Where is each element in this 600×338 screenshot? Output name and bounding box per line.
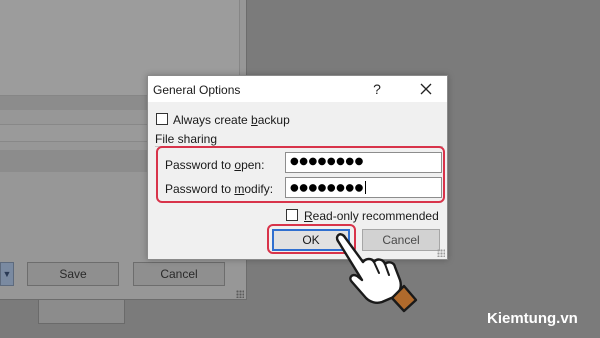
pointing-hand-icon (335, 233, 418, 313)
file-sharing-group-label: File sharing (155, 132, 218, 146)
background-row (0, 124, 147, 142)
dialog-title-bar[interactable]: General Options ? (148, 76, 447, 102)
save-button[interactable]: Save (27, 262, 119, 286)
always-create-backup-checkbox[interactable] (156, 113, 168, 125)
watermark-logo: Kiemtung.vn (487, 310, 578, 327)
background-cancel-button[interactable]: Cancel (133, 262, 225, 286)
close-icon (420, 83, 432, 95)
background-row (0, 96, 147, 110)
always-create-backup-label: Always create backup (173, 113, 290, 127)
read-only-recommended-label: Read-only recommended (304, 209, 439, 223)
resize-grip-icon[interactable] (236, 290, 244, 298)
close-button[interactable] (412, 79, 440, 99)
read-only-recommended-checkbox[interactable] (286, 209, 298, 221)
help-button[interactable]: ? (363, 79, 391, 99)
tools-dropdown-arrow-icon[interactable]: ▼ (0, 262, 14, 286)
background-row (0, 150, 147, 172)
background-partial-button (38, 300, 125, 324)
dialog-resize-grip-icon[interactable] (437, 249, 445, 257)
dialog-title: General Options (153, 83, 241, 97)
password-fields-highlight (156, 146, 445, 203)
